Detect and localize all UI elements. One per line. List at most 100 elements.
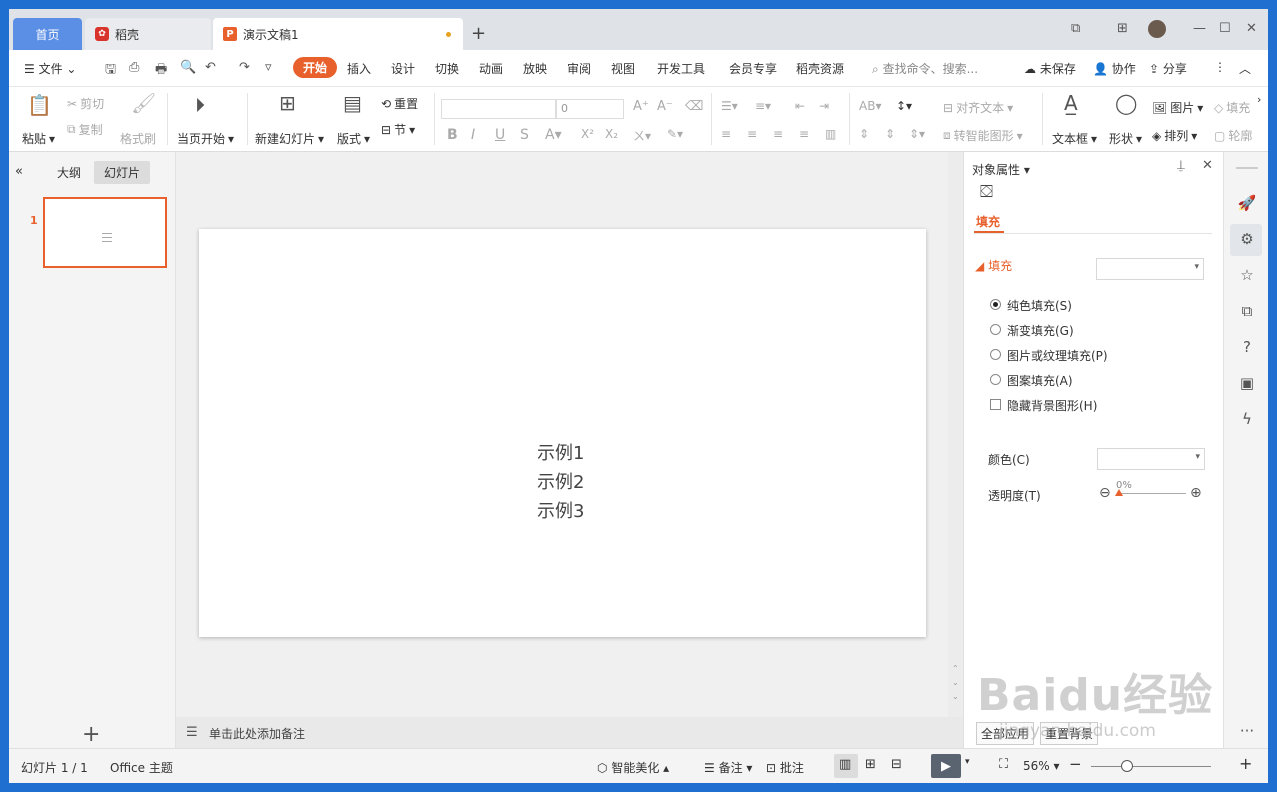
print-preview-icon[interactable]: 🔍 — [180, 60, 196, 75]
numbering-icon[interactable]: ≡▾ — [755, 99, 771, 113]
justify-icon[interactable]: ≡ — [799, 127, 809, 141]
fill-bucket-icon[interactable]: ⛋ — [980, 182, 993, 202]
grid-apps-icon[interactable]: ⊞ — [1117, 21, 1128, 36]
notes-button[interactable]: ☰ 备注 ▾ — [704, 759, 752, 776]
add-slide-button[interactable]: + — [82, 722, 100, 747]
fill-section-header[interactable]: ◢ 填充 — [975, 257, 1012, 274]
tab-fill[interactable]: 填充 — [976, 213, 1000, 230]
layout-button[interactable]: 版式 ▾ — [337, 130, 370, 147]
solid-fill-radio[interactable] — [990, 299, 1001, 310]
phonetic-icon[interactable]: ㄨ▾ — [633, 127, 651, 144]
command-search[interactable]: ⌕ 查找命令、搜索... — [872, 60, 978, 77]
undo-icon[interactable]: ↶ — [205, 60, 216, 75]
minimize-icon[interactable]: — — [1193, 21, 1206, 36]
comment-button[interactable]: ⊡ 批注 — [766, 759, 804, 776]
window-switch-icon[interactable]: ⧉ — [1071, 21, 1080, 36]
zoom-out-icon[interactable]: − — [1069, 755, 1082, 773]
pattern-fill-radio[interactable] — [990, 374, 1001, 385]
distribute-icon[interactable]: ▥ — [825, 127, 836, 141]
paste-button[interactable]: 粘贴 ▾ — [22, 130, 55, 147]
bold-icon[interactable]: B — [447, 127, 458, 143]
play-from-current-button[interactable]: 当页开始 ▾ — [177, 130, 234, 147]
transparency-slider-track[interactable] — [1118, 493, 1186, 494]
notes-bar[interactable]: ☰ 单击此处添加备注 — [176, 717, 963, 748]
arrange-button[interactable]: ◈ 排列 ▾ — [1152, 127, 1197, 144]
quick-access-dropdown-icon[interactable]: ▿ — [265, 60, 272, 75]
menu-animation[interactable]: 动画 — [479, 60, 503, 77]
vertical-scrollbar[interactable]: ⌃ ⌄ ⌄ — [948, 152, 963, 717]
decrease-transparency-icon[interactable]: ⊖ — [1099, 485, 1111, 501]
menu-review[interactable]: 审阅 — [567, 60, 591, 77]
bullets-icon[interactable]: ☰▾ — [721, 99, 738, 113]
fit-window-icon[interactable]: ⛶ — [999, 757, 1008, 772]
shape-button[interactable]: 形状 ▾ — [1109, 130, 1142, 147]
para-spacing2-icon[interactable]: ⇕ — [885, 127, 895, 141]
line-spacing-icon[interactable]: ↕▾ — [896, 99, 912, 113]
ribbon-scroll-right-icon[interactable]: › — [1257, 93, 1261, 106]
font-grow-icon[interactable]: A⁺ — [633, 99, 649, 114]
redo-icon[interactable]: ↷ — [239, 60, 250, 75]
pin-icon[interactable]: ⍊ — [1177, 158, 1185, 173]
hide-background-checkbox[interactable] — [990, 399, 1001, 410]
paste-icon[interactable]: 📋 — [27, 93, 52, 117]
outline-button[interactable]: ▢ 轮廓 — [1214, 127, 1252, 144]
sliders-icon[interactable]: ⚙ — [1236, 230, 1258, 248]
para-spacing-icon[interactable]: ⇕ — [859, 127, 869, 141]
maximize-icon[interactable]: ☐ — [1219, 21, 1231, 36]
clear-format-icon[interactable]: ⌫ — [685, 99, 703, 114]
more-menu-icon[interactable]: ⋮ — [1214, 60, 1226, 74]
tab-document[interactable]: P 演示文稿1 — [213, 18, 463, 50]
pane-close-icon[interactable]: ✕ — [1202, 158, 1213, 173]
beautify-button[interactable]: ⬡ 智能美化 ▴ — [597, 759, 669, 776]
font-color-icon[interactable]: A▾ — [545, 127, 562, 143]
para-spacing3-icon[interactable]: ⇕▾ — [909, 127, 925, 141]
align-center-icon[interactable]: ≡ — [747, 127, 757, 141]
slide-textbox[interactable]: 示例1 示例2 示例3 — [537, 439, 584, 526]
font-family-combo[interactable] — [441, 99, 556, 119]
avatar[interactable] — [1148, 20, 1166, 38]
strikethrough-icon[interactable]: S — [520, 127, 529, 143]
help-icon[interactable]: ? — [1236, 338, 1258, 356]
sorter-view-icon[interactable]: ⊞ — [865, 757, 876, 772]
font-size-combo[interactable]: 0 — [556, 99, 624, 119]
normal-view-icon[interactable]: ▥ — [839, 757, 851, 772]
save-icon[interactable]: 🖫 — [105, 60, 116, 82]
pane-title[interactable]: 对象属性 ▾ — [972, 161, 1030, 178]
slide-canvas[interactable]: 示例1 示例2 示例3 — [199, 229, 926, 637]
increase-indent-icon[interactable]: ⇥ — [819, 99, 829, 113]
file-menu[interactable]: ☰ 文件 ⌄ — [24, 60, 76, 77]
zoom-slider-thumb[interactable] — [1121, 760, 1133, 772]
play-options-icon[interactable]: ▾ — [965, 757, 970, 767]
gradient-fill-radio[interactable] — [990, 324, 1001, 335]
text-direction-icon[interactable]: AB▾ — [859, 99, 881, 113]
italic-icon[interactable]: I — [471, 127, 475, 143]
export-pdf-icon[interactable]: ⎙ — [129, 60, 139, 75]
menu-member[interactable]: 会员专享 — [729, 60, 777, 77]
fill-type-dropdown[interactable] — [1096, 258, 1204, 280]
more-tools-icon[interactable]: ··· — [1236, 722, 1258, 740]
unsaved-button[interactable]: ☁ 未保存 — [1024, 60, 1076, 77]
copy-button[interactable]: ⧉ 复制 — [67, 121, 103, 138]
close-icon[interactable]: ✕ — [1246, 21, 1257, 36]
format-painter-button[interactable]: 格式刷 — [120, 130, 156, 147]
reading-view-icon[interactable]: ⊟ — [891, 757, 902, 772]
section-button[interactable]: ⊟ 节 ▾ — [381, 121, 415, 138]
decrease-indent-icon[interactable]: ⇤ — [795, 99, 805, 113]
font-shrink-icon[interactable]: A⁻ — [657, 99, 673, 114]
tab-daoke[interactable]: ✿ 稻壳 — [85, 18, 211, 50]
transparency-slider-thumb[interactable] — [1115, 489, 1123, 496]
align-left-icon[interactable]: ≡ — [721, 127, 731, 141]
collapse-pane-icon[interactable]: « — [15, 164, 23, 179]
share-button[interactable]: ⇪ 分享 — [1149, 60, 1187, 77]
zoom-level[interactable]: 56% ▾ — [1023, 759, 1060, 773]
print-icon[interactable]: 🖶 — [155, 60, 167, 82]
superscript-icon[interactable]: X² — [581, 127, 594, 141]
fill-button[interactable]: ◇ 填充 — [1214, 99, 1250, 116]
subscript-icon[interactable]: X₂ — [605, 127, 618, 141]
menu-daoke-resources[interactable]: 稻壳资源 — [796, 60, 844, 77]
lightning-icon[interactable]: ϟ — [1236, 410, 1258, 428]
menu-developer[interactable]: 开发工具 — [657, 60, 705, 77]
tab-home[interactable]: 首页 — [13, 18, 82, 50]
increase-transparency-icon[interactable]: ⊕ — [1190, 485, 1202, 501]
collab-button[interactable]: 👤 协作 — [1093, 60, 1136, 77]
